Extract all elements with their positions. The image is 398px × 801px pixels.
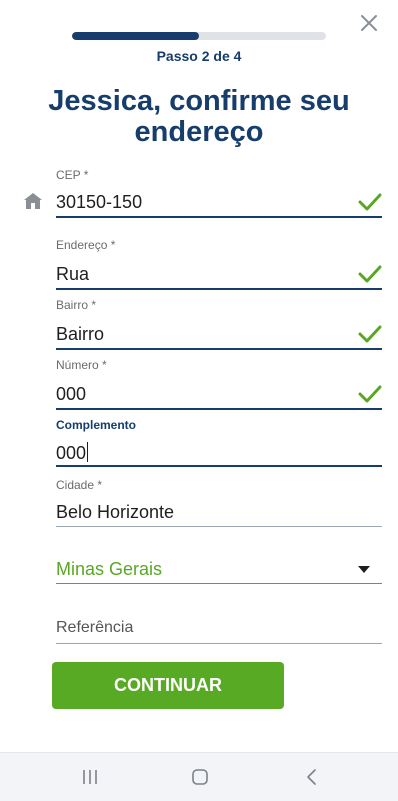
check-icon bbox=[358, 325, 382, 343]
continue-button[interactable]: CONTINUAR bbox=[52, 662, 284, 709]
complemento-value: 000 bbox=[56, 443, 87, 463]
progress-bar bbox=[72, 32, 326, 40]
cep-field[interactable]: CEP * 30150-150 bbox=[56, 168, 382, 220]
cidade-underline bbox=[56, 526, 382, 527]
estado-underline bbox=[56, 583, 382, 584]
recent-apps-icon[interactable] bbox=[80, 767, 100, 787]
cep-underline bbox=[56, 216, 382, 218]
system-navigation-bar bbox=[0, 752, 398, 801]
cidade-label: Cidade * bbox=[56, 478, 103, 492]
estado-value: Minas Gerais bbox=[56, 559, 163, 579]
endereco-underline bbox=[56, 288, 382, 290]
bairro-label: Bairro * bbox=[56, 298, 97, 312]
bairro-field[interactable]: Bairro * Bairro bbox=[56, 298, 382, 350]
cidade-field[interactable]: Cidade * Belo Horizonte bbox=[56, 478, 382, 530]
numero-value: 000 bbox=[56, 384, 87, 404]
endereco-value: Rua bbox=[56, 264, 90, 284]
close-button[interactable] bbox=[356, 10, 382, 36]
cep-value: 30150-150 bbox=[56, 192, 143, 212]
dropdown-arrow-icon bbox=[358, 566, 370, 573]
numero-label: Número * bbox=[56, 358, 107, 372]
check-icon bbox=[358, 265, 382, 283]
numero-underline bbox=[56, 408, 382, 410]
referencia-field[interactable]: Referência bbox=[56, 616, 382, 646]
check-icon bbox=[358, 193, 382, 211]
home-nav-icon[interactable] bbox=[190, 767, 210, 787]
step-indicator: Passo 2 de 4 bbox=[156, 48, 242, 64]
close-icon bbox=[361, 15, 377, 31]
complemento-underline bbox=[56, 465, 382, 467]
check-icon bbox=[358, 385, 382, 403]
bairro-value: Bairro bbox=[56, 324, 105, 344]
cep-label: CEP * bbox=[56, 168, 89, 182]
bairro-underline bbox=[56, 348, 382, 350]
complemento-field[interactable]: Complemento 000 bbox=[56, 418, 382, 470]
text-cursor bbox=[87, 442, 89, 462]
estado-select[interactable]: Minas Gerais bbox=[56, 556, 382, 586]
endereco-field[interactable]: Endereço * Rua bbox=[56, 238, 382, 290]
home-icon bbox=[24, 193, 42, 209]
numero-field[interactable]: Número * 000 bbox=[56, 358, 382, 410]
referencia-placeholder: Referência bbox=[56, 619, 134, 636]
page-title: Jessica, confirme seu endereço bbox=[48, 85, 350, 148]
back-icon[interactable] bbox=[302, 767, 322, 787]
cidade-value: Belo Horizonte bbox=[56, 502, 175, 522]
progress-fill bbox=[72, 32, 199, 40]
complemento-label: Complemento bbox=[56, 418, 137, 432]
endereco-label: Endereço * bbox=[56, 238, 116, 252]
referencia-underline bbox=[56, 643, 382, 644]
complemento-input[interactable]: 000 bbox=[56, 442, 89, 464]
